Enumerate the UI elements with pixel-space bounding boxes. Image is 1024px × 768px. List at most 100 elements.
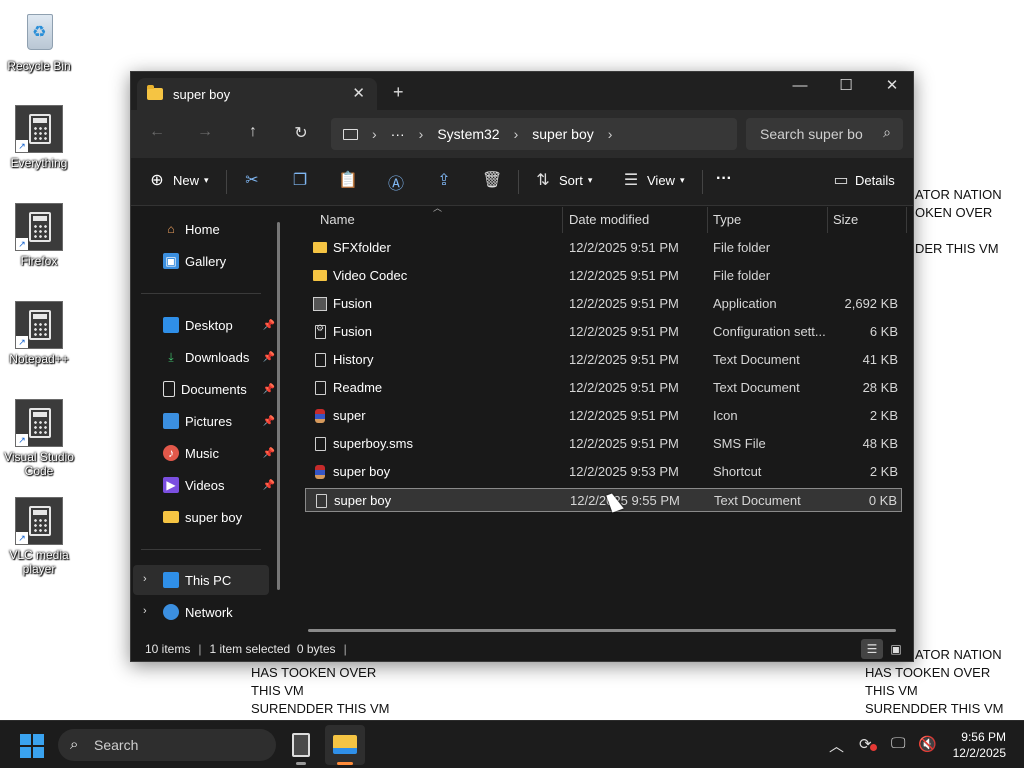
table-row[interactable]: Fusion 12/2/2025 9:51 PM Configuration set… <box>305 320 902 344</box>
desktop-icon-vscode[interactable]: ↗ Visual Studio Code <box>4 399 74 478</box>
expand-chevron-icon[interactable]: › <box>143 605 147 617</box>
column-header-type[interactable]: Type <box>713 212 741 227</box>
table-row[interactable]: super boy 12/2/2025 9:53 PM Shortcut 2 KB <box>305 460 902 484</box>
address-bar[interactable]: › ··· › System32 › super boy › <box>331 118 737 150</box>
desktop-icon-firefox[interactable]: ↗ Firefox <box>4 203 74 268</box>
column-divider[interactable] <box>707 207 708 233</box>
folder-icon <box>147 85 163 100</box>
tab-close-icon[interactable]: ✕ <box>352 84 365 102</box>
file-name: Video Codec <box>333 268 408 283</box>
navigation-pane: ⌂ Home ▣ Gallery Desktop 📌 ⤓ Downloads 📌… <box>131 207 279 636</box>
sidebar-item-network[interactable]: Network <box>163 598 275 626</box>
table-row[interactable]: superboy.sms 12/2/2025 9:51 PM SMS File 48 … <box>305 432 902 456</box>
column-header-name[interactable]: Name <box>320 212 355 227</box>
pin-icon: 📌 <box>262 383 275 395</box>
more-options-button[interactable]: ··· <box>716 170 732 188</box>
file-type: Text Document <box>714 493 801 508</box>
column-divider[interactable] <box>562 207 563 233</box>
table-row[interactable]: Readme 12/2/2025 9:51 PM Text Document 28 K… <box>305 376 902 400</box>
column-header-size[interactable]: Size <box>833 212 858 227</box>
sort-ascending-icon: ︿ <box>433 203 443 213</box>
start-button[interactable] <box>20 734 44 758</box>
file-size: 2 KB <box>869 408 898 423</box>
sync-icon[interactable]: ⟳ <box>859 735 877 753</box>
details-view-icon[interactable]: ☰ <box>861 639 883 659</box>
expand-chevron-icon[interactable]: › <box>143 573 147 585</box>
breadcrumb-system32[interactable]: System32 <box>437 126 499 142</box>
sidebar-divider <box>141 293 261 294</box>
column-divider[interactable] <box>906 207 907 233</box>
view-button[interactable]: ☰ View ▾ <box>621 170 685 190</box>
sidebar-item-label: This PC <box>185 572 232 588</box>
volume-muted-icon[interactable]: 🔇 <box>918 735 937 753</box>
clock[interactable]: 9:56 PM 12/2/2025 <box>953 729 1006 761</box>
tab-super-boy[interactable]: super boy ✕ <box>137 78 377 110</box>
show-hidden-icons-chevron-icon[interactable]: ︿ <box>829 735 844 756</box>
table-row[interactable]: History 12/2/2025 9:51 PM Text Document 41 … <box>305 348 902 372</box>
table-row[interactable]: super boy 12/2/2025 9:55 PM Text Document 0… <box>305 488 902 512</box>
desktop-icon-recycle-bin[interactable]: Recycle Bin <box>4 8 74 73</box>
sidebar-scrollbar[interactable] <box>277 222 280 590</box>
up-button[interactable]: ↑ <box>241 123 265 141</box>
selection-info: 1 item selected 0 bytes <box>209 641 336 656</box>
sidebar-item-downloads[interactable]: ⤓ Downloads 📌 <box>163 343 275 371</box>
new-button[interactable]: ⊕ New ▾ <box>147 170 208 190</box>
file-name: Fusion <box>333 296 373 311</box>
sidebar-item-pictures[interactable]: Pictures 📌 <box>163 407 275 435</box>
maximize-button[interactable]: ☐ <box>823 72 869 102</box>
forward-button[interactable]: → <box>193 123 217 141</box>
document-icon <box>163 381 175 397</box>
tiles-view-icon[interactable]: ▣ <box>885 639 907 659</box>
share-button[interactable]: ⇪ <box>434 170 454 190</box>
back-button[interactable]: ← <box>145 123 169 141</box>
sidebar-item-desktop[interactable]: Desktop 📌 <box>163 311 275 339</box>
sidebar-item-videos[interactable]: ▶ Videos 📌 <box>163 471 275 499</box>
pictures-icon <box>163 413 179 429</box>
taskbar-app-file-explorer[interactable] <box>325 725 365 765</box>
sort-button[interactable]: ⇅ Sort ▾ <box>533 170 592 190</box>
file-name-cell: Fusion <box>313 323 372 339</box>
copy-button[interactable]: ❐ <box>290 170 310 190</box>
sidebar-item-label: Desktop <box>185 317 233 333</box>
sidebar-item-this-pc[interactable]: This PC <box>163 566 275 594</box>
sidebar-item-gallery[interactable]: ▣ Gallery <box>163 247 275 275</box>
file-type: Shortcut <box>713 464 762 479</box>
table-row[interactable]: SFXfolder 12/2/2025 9:51 PM File folder <box>305 236 902 260</box>
file-type: File folder <box>713 240 771 255</box>
network-icon[interactable]: 🖵 <box>891 735 905 752</box>
column-divider[interactable] <box>827 207 828 233</box>
taskbar-app-calculator[interactable] <box>281 725 321 765</box>
desktop-icon-vlc[interactable]: ↗ VLC media player <box>4 497 74 576</box>
clock-time: 9:56 PM <box>961 730 1006 744</box>
sidebar-item-home[interactable]: ⌂ Home <box>163 215 275 243</box>
cut-button[interactable]: ✂ <box>242 170 262 190</box>
new-tab-button[interactable]: + <box>393 82 404 103</box>
details-button[interactable]: ▭ Details <box>831 170 894 190</box>
desktop-icon-notepadpp[interactable]: ↗ Notepad++ <box>4 301 74 366</box>
rename-button[interactable]: Ⓐ <box>386 170 406 194</box>
table-row[interactable]: Fusion 12/2/2025 9:51 PM Application 2,692 … <box>305 292 902 316</box>
search-input[interactable]: Search super bo ⌕ <box>746 118 903 150</box>
paste-button[interactable]: 📋 <box>338 170 358 190</box>
folder-file-icon <box>313 242 327 253</box>
view-switcher: ☰ ▣ <box>861 639 907 659</box>
sidebar-item-label: Videos <box>185 477 225 493</box>
close-button[interactable]: ✕ <box>869 72 915 102</box>
table-row[interactable]: Video Codec 12/2/2025 9:51 PM File folder <box>305 264 902 288</box>
horizontal-scrollbar[interactable] <box>308 629 896 632</box>
table-row[interactable]: super 12/2/2025 9:51 PM Icon 2 KB <box>305 404 902 428</box>
copy-icon: ❐ <box>292 172 308 189</box>
breadcrumb-more[interactable]: ··· <box>391 126 405 142</box>
breadcrumb-super-boy[interactable]: super boy <box>532 126 593 142</box>
sidebar-item-documents[interactable]: Documents 📌 <box>163 375 275 403</box>
desktop-icon-everything[interactable]: ↗ Everything <box>4 105 74 170</box>
sidebar-item-music[interactable]: ♪ Music 📌 <box>163 439 275 467</box>
toolbar-divider <box>226 170 227 194</box>
minimize-button[interactable]: — <box>777 72 823 102</box>
sidebar-item-super-boy[interactable]: super boy <box>163 503 275 531</box>
refresh-button[interactable]: ↻ <box>289 123 313 143</box>
delete-button[interactable]: 🗑 <box>482 170 502 190</box>
file-name-cell: super boy <box>313 464 390 479</box>
column-header-date[interactable]: Date modified <box>569 212 649 227</box>
taskbar-search[interactable]: ⌕ Search <box>58 729 276 761</box>
